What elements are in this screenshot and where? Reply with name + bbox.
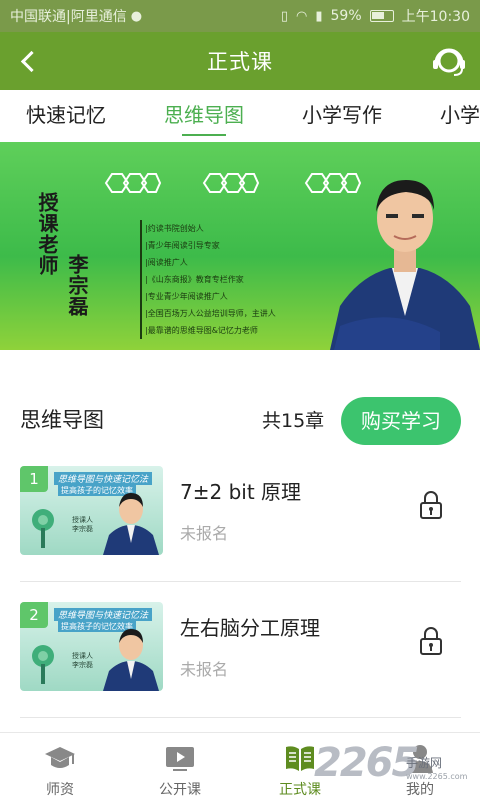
mind-tree-icon [32,509,54,548]
watermark-logo: 2265 [314,740,419,786]
wechat-icon: ● [130,8,143,24]
graduation-cap-icon [45,747,75,768]
thumbnail-teacher-photo [103,493,159,555]
lesson-thumbnail: 思维导图与快速记忆法 提高孩子的记忆效率 授课人 李宗磊 2 [20,602,163,691]
thumbnail-teacher: 授课人 李宗磊 [72,652,93,669]
enrollment-status: 未报名 [180,524,229,543]
page-title: 正式课 [207,50,273,74]
credential-item: |《山东商报》教育专栏作家 [140,271,276,288]
enrollment-status: 未报名 [180,660,229,679]
signal-icon: ▮ [315,8,323,24]
watermark-name: 手游网 [406,756,443,770]
mind-tree-icon [32,645,54,684]
teacher-label: 授课老师 [35,192,59,276]
lesson-title: 左右脑分工原理 [180,616,320,640]
thumbnail-teacher: 授课人 李宗磊 [72,516,93,533]
teacher-name: 李宗磊 [65,254,89,317]
teacher-photo [330,180,480,350]
hex-decoration-icon [104,173,162,193]
customer-service-icon[interactable] [430,42,468,80]
credential-item: |最靠谱的思维导图&记忆力老师 [140,322,276,339]
thumbnail-title: 思维导图与快速记忆法 [54,608,153,621]
tab-mind-map[interactable]: 思维导图 [164,90,244,142]
category-tabs: 快速记忆 思维导图 小学写作 小学 [0,90,480,142]
credential-item: |全国百场万人公益培训导师，主讲人 [140,305,276,322]
course-banner[interactable]: 授课老师 李宗磊 |约读书院创始人 |青少年阅读引导专家 |阅读推广人 |《山东… [0,142,480,350]
lesson-item[interactable]: 思维导图与快速记忆法 提高孩子的记忆效率 授课人 李宗磊 1 7±2 bit 原… [20,446,461,582]
credential-item: |阅读推广人 [140,254,276,271]
credential-item: |专业青少年阅读推广人 [140,288,276,305]
nav-bar: 正式课 [0,32,480,90]
nav-open-course[interactable]: 公开课 [120,733,240,800]
clock: 上午10:30 [401,9,470,25]
chapter-count: 共15章 [262,410,325,432]
nav-teachers[interactable]: 师资 [0,733,120,800]
section-title: 思维导图 [20,408,104,432]
teacher-credentials: |约读书院创始人 |青少年阅读引导专家 |阅读推广人 |《山东商报》教育专栏作家… [140,220,276,339]
wifi-icon: ◠ [296,8,308,24]
battery-percent: 59% [330,8,362,24]
lock-icon [420,491,442,519]
thumbnail-title: 思维导图与快速记忆法 [54,472,153,485]
video-play-icon [166,747,194,771]
lesson-number: 2 [20,602,48,628]
watermark-url: www.2265.com [406,772,468,781]
credential-item: |青少年阅读引导专家 [140,237,276,254]
nav-label: 公开课 [159,782,201,798]
thumbnail-teacher-photo [103,629,159,691]
tab-primary[interactable]: 小学 [440,90,480,142]
vibrate-icon: ▯ [280,8,289,24]
site-watermark: 2265 手游网 www.2265.com [314,740,474,796]
battery-icon [369,10,394,22]
nav-label: 师资 [46,782,74,798]
back-button[interactable] [12,44,46,78]
tab-primary-writing[interactable]: 小学写作 [302,90,382,142]
hex-decoration-icon [202,173,260,193]
buy-course-button[interactable]: 购买学习 [341,397,461,445]
status-bar: 中国联通|阿里通信 ● ▯ ◠ ▮ 59% 上午10:30 [0,0,480,32]
carrier-label: 中国联通|阿里通信 [10,9,127,25]
open-book-icon [286,746,314,771]
credential-item: |约读书院创始人 [140,220,276,237]
lesson-item[interactable]: 思维导图与快速记忆法 提高孩子的记忆效率 授课人 李宗磊 2 左右脑分工原理 未… [20,582,461,718]
lock-icon [420,627,442,655]
lesson-number: 1 [20,466,48,492]
lesson-title: 7±2 bit 原理 [180,480,302,504]
tab-quick-memory[interactable]: 快速记忆 [26,90,106,142]
lesson-thumbnail: 思维导图与快速记忆法 提高孩子的记忆效率 授课人 李宗磊 1 [20,466,163,555]
